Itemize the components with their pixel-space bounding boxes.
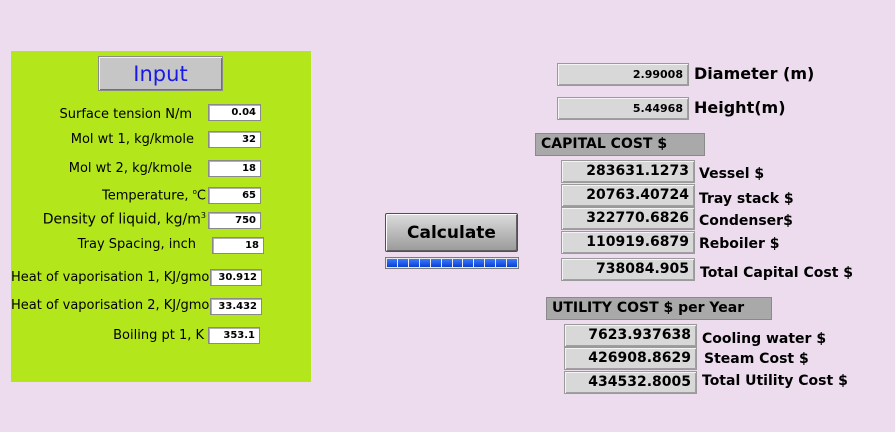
- tray-spacing-input[interactable]: 18: [212, 237, 264, 254]
- vessel-cost-label: Vessel $: [699, 166, 765, 182]
- condenser-cost-value: 322770.6826: [561, 207, 695, 230]
- utility-cost-header: UTILITY COST $ per Year: [546, 297, 772, 320]
- calculate-button[interactable]: Calculate: [385, 213, 518, 252]
- progress-segment: [419, 259, 430, 267]
- progress-segment: [430, 259, 441, 267]
- mol-wt-2-label: Mol wt 2, kg/kmole: [68, 161, 192, 176]
- diameter-value: 2.99008: [557, 63, 689, 86]
- boiling-pt-1-label: Boiling pt 1, K: [113, 328, 204, 343]
- reboiler-cost-label: Reboiler $: [699, 236, 780, 252]
- mol-wt-2-input[interactable]: 18: [208, 160, 261, 177]
- surface-tension-input[interactable]: 0.04: [208, 104, 261, 121]
- total-capital-cost-value: 738084.905: [561, 258, 695, 281]
- mol-wt-1-input[interactable]: 32: [208, 131, 261, 148]
- tray-spacing-label: Tray Spacing, inch: [77, 237, 196, 252]
- capital-cost-header: CAPITAL COST $: [535, 133, 705, 156]
- heat-vap-1-input[interactable]: 30.912: [210, 269, 262, 286]
- progress-segment: [463, 259, 474, 267]
- vessel-cost-value: 283631.1273: [561, 160, 695, 183]
- temperature-input[interactable]: 65: [208, 187, 261, 204]
- progress-segment: [507, 259, 518, 267]
- mol-wt-1-label: Mol wt 1, kg/kmole: [70, 132, 194, 147]
- temperature-label: Temperature, oC: [102, 188, 206, 204]
- progress-segment: [408, 259, 419, 267]
- progress-segment: [496, 259, 507, 267]
- reboiler-cost-value: 110919.6879: [561, 231, 695, 254]
- cooling-water-cost-label: Cooling water $: [702, 331, 827, 347]
- boiling-pt-1-input[interactable]: 353.1: [208, 327, 260, 344]
- density-label: Density of liquid, kg/m3: [42, 211, 206, 228]
- height-value: 5.44968: [557, 97, 689, 120]
- total-utility-cost-value: 434532.8005: [564, 371, 697, 394]
- progress-segment: [474, 259, 485, 267]
- total-utility-cost-label: Total Utility Cost $: [702, 373, 848, 389]
- progress-segment: [387, 259, 397, 267]
- tray-stack-cost-value: 20763.40724: [561, 184, 695, 207]
- heat-vap-2-input[interactable]: 33.432: [210, 298, 262, 315]
- heat-vap-2-label: Heat of vaporisation 2, KJ/gmol: [11, 298, 213, 313]
- progress-segment: [485, 259, 496, 267]
- steam-cost-value: 426908.8629: [564, 347, 697, 370]
- input-title-button[interactable]: Input: [98, 56, 223, 91]
- density-input[interactable]: 750: [208, 212, 261, 229]
- steam-cost-label: Steam Cost $: [704, 351, 809, 367]
- condenser-cost-label: Condenser$: [699, 213, 793, 229]
- total-capital-cost-label: Total Capital Cost $: [700, 265, 854, 281]
- cooling-water-cost-value: 7623.937638: [564, 324, 697, 347]
- tray-stack-cost-label: Tray stack $: [699, 191, 794, 207]
- progress-segment: [441, 259, 452, 267]
- diameter-label: Diameter (m): [694, 64, 815, 83]
- progress-segment: [397, 259, 408, 267]
- surface-tension-label: Surface tension N/m: [59, 107, 192, 122]
- progress-bar: [385, 257, 519, 269]
- height-label: Height(m): [694, 98, 786, 117]
- progress-segment: [452, 259, 463, 267]
- heat-vap-1-label: Heat of vaporisation 1, KJ/gmol: [11, 270, 213, 285]
